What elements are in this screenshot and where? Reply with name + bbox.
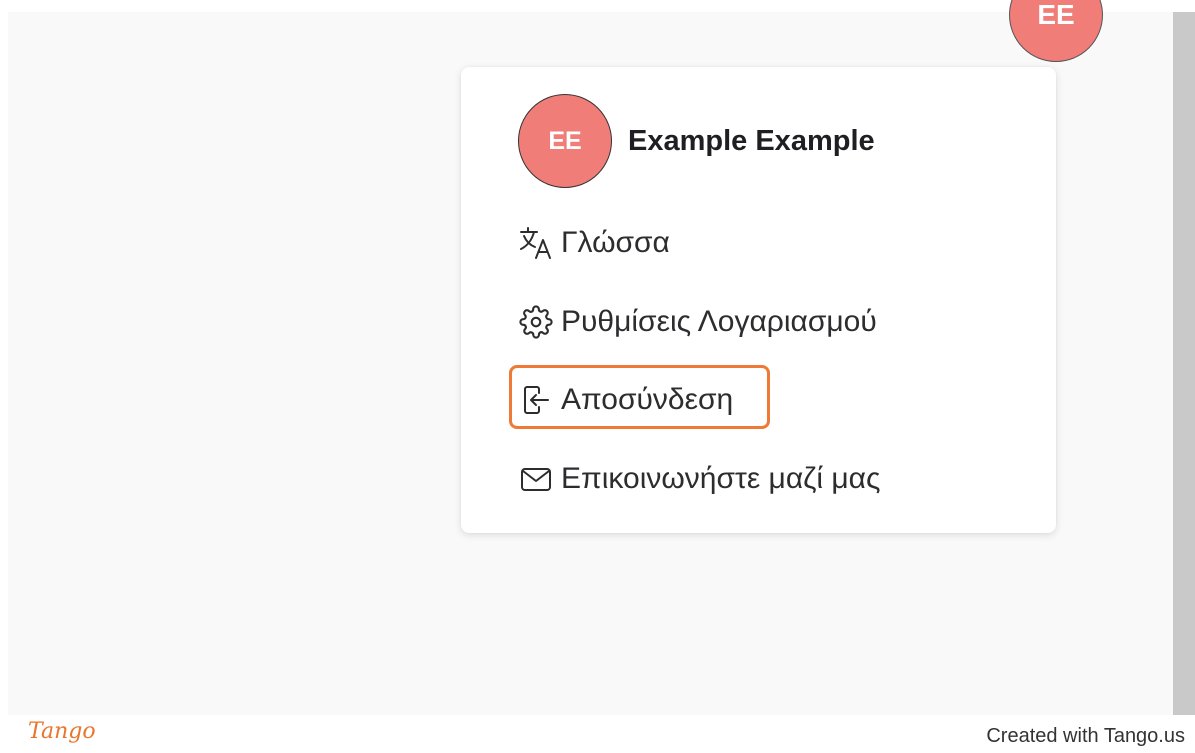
header-avatar[interactable]: EE <box>1009 0 1103 62</box>
user-avatar-initials: EE <box>548 126 582 155</box>
user-avatar: EE <box>518 94 612 188</box>
menu-item-label: Αποσύνδεση <box>561 383 734 416</box>
app-background: EE EE Example Example Γλώσσα Ρυθμίσεις Λ… <box>8 0 1173 715</box>
account-dropdown-menu: EE Example Example Γλώσσα Ρυθμίσεις Λογα… <box>461 67 1056 533</box>
menu-item-logout[interactable]: Αποσύνδεση <box>519 380 733 420</box>
menu-item-label: Επικοινωνήστε μαζί μας <box>561 462 881 495</box>
translate-icon <box>519 225 555 261</box>
header-avatar-initials: EE <box>1037 0 1075 30</box>
menu-item-contact-us[interactable]: Επικοινωνήστε μαζί μας <box>519 459 880 499</box>
mail-icon <box>519 461 555 497</box>
tango-logo: Tango <box>28 719 96 744</box>
user-name: Example Example <box>628 125 875 157</box>
menu-item-account-settings[interactable]: Ρυθμίσεις Λογαριασμού <box>519 302 877 342</box>
menu-item-label: Ρυθμίσεις Λογαριασμού <box>561 305 877 338</box>
footer-credit: Created with Tango.us <box>986 725 1185 747</box>
footer: Tango Created with Tango.us <box>8 715 1195 753</box>
gear-icon <box>519 304 555 340</box>
logout-icon <box>519 382 555 418</box>
menu-item-language[interactable]: Γλώσσα <box>519 223 670 263</box>
scrollbar[interactable] <box>1173 12 1195 715</box>
menu-item-label: Γλώσσα <box>561 226 670 259</box>
